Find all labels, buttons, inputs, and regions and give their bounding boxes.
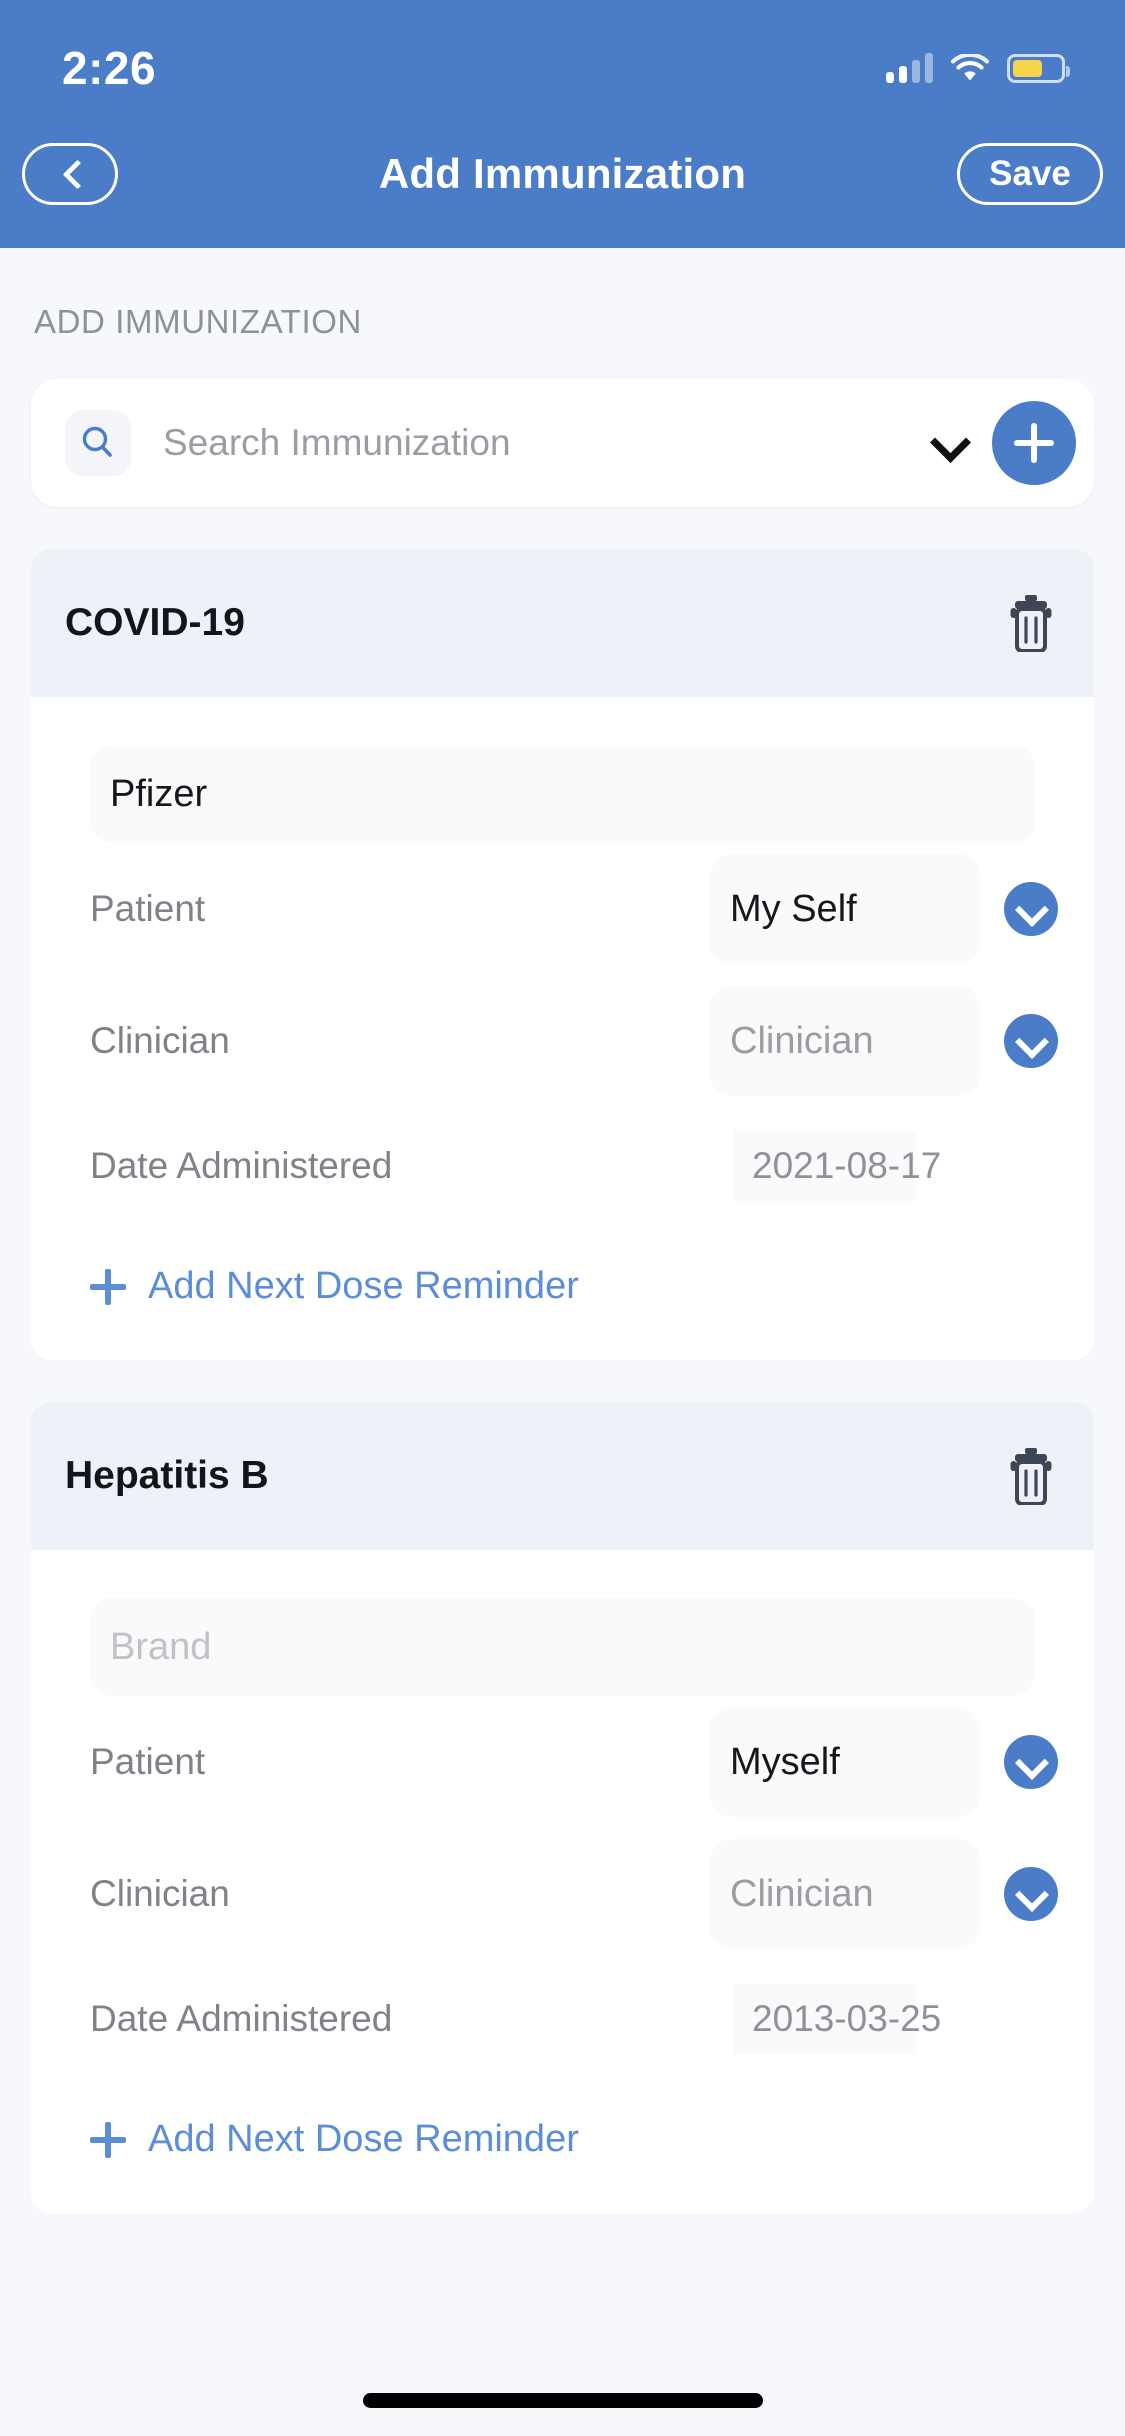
phone-screen: 2:26 Add Immunization Save ADD IMMUNIZAT…	[0, 0, 1125, 2436]
home-indicator-bar[interactable]	[362, 2393, 763, 2408]
date-administered-row: Date Administered 2021-08-17	[31, 1107, 1094, 1225]
form-row: Clinician Clinician	[31, 975, 1094, 1107]
card-header: COVID-19	[31, 549, 1094, 697]
field-label: Clinician	[90, 1020, 230, 1061]
date-administered-row: Date Administered 2013-03-25	[31, 1960, 1094, 2078]
date-input[interactable]: 2013-03-25	[734, 1984, 941, 2054]
wifi-icon	[950, 52, 990, 82]
brand-input[interactable]: Pfizer	[90, 745, 1035, 843]
status-time: 2:26	[62, 42, 157, 94]
card-body: Pfizer Patient My Self Clinician Clinician Da…	[31, 697, 1094, 1360]
card-header: Hepatitis B	[31, 1402, 1094, 1550]
save-button[interactable]: Save	[957, 143, 1103, 205]
chevron-down-icon[interactable]	[1004, 1735, 1058, 1789]
app-header: 2:26 Add Immunization Save	[0, 0, 1125, 248]
add-next-dose-reminder-link[interactable]: Add Next Dose Reminder	[31, 2078, 1094, 2213]
form-row: Patient Myself	[31, 1696, 1094, 1828]
add-immunization-button[interactable]	[992, 401, 1076, 485]
select-field-clinician[interactable]: Clinician	[710, 1839, 980, 1949]
brand-input[interactable]: Brand	[90, 1598, 1035, 1696]
plus-icon	[90, 1268, 126, 1305]
cellular-signal-icon	[886, 53, 933, 83]
select-field-text: Clinician	[730, 1019, 874, 1062]
back-button[interactable]	[22, 143, 118, 205]
nav-bar: Add Immunization Save	[0, 100, 1125, 248]
date-label: Date Administered	[90, 1998, 393, 2039]
chevron-down-icon[interactable]	[1004, 1014, 1058, 1068]
trash-icon[interactable]	[1008, 594, 1054, 653]
field-label: Patient	[90, 888, 206, 929]
card-title: COVID-19	[65, 601, 245, 644]
select-field-patient[interactable]: My Self	[710, 854, 980, 964]
search-input[interactable]: Search Immunization	[131, 422, 932, 464]
date-value: 2013-03-25	[752, 1998, 942, 2039]
chevron-left-icon	[60, 164, 80, 184]
card-title: Hepatitis B	[65, 1454, 269, 1497]
bottom-safe-area	[0, 2318, 1125, 2436]
form-row: Patient My Self	[31, 843, 1094, 975]
status-icons	[886, 52, 1070, 83]
immunization-cards: COVID-19 Pfizer Patient My Self Clinician Cli…	[0, 549, 1125, 2213]
add-next-dose-reminder-label: Add Next Dose Reminder	[148, 2118, 579, 2160]
page-body: ADD IMMUNIZATION Search Immunization COV…	[0, 248, 1125, 2436]
field-label: Patient	[90, 1741, 206, 1782]
date-value: 2021-08-17	[752, 1145, 942, 1186]
chevron-down-icon[interactable]	[1004, 1867, 1058, 1921]
brand-input-text: Brand	[110, 1625, 212, 1668]
immunization-card: COVID-19 Pfizer Patient My Self Clinician Cli…	[31, 549, 1094, 1360]
add-next-dose-reminder-label: Add Next Dose Reminder	[148, 1265, 579, 1307]
status-bar: 2:26	[0, 0, 1125, 100]
select-field-text: Myself	[730, 1740, 840, 1783]
form-row: Clinician Clinician	[31, 1828, 1094, 1960]
add-next-dose-reminder-link[interactable]: Add Next Dose Reminder	[31, 1225, 1094, 1360]
card-body: Brand Patient Myself Clinician Clinician Date…	[31, 1550, 1094, 2213]
immunization-card: Hepatitis B Brand Patient Myself Clinician Cl…	[31, 1402, 1094, 2213]
battery-icon	[1007, 53, 1070, 83]
select-field-text: Clinician	[730, 1872, 874, 1915]
trash-icon[interactable]	[1008, 1447, 1054, 1506]
select-field-text: My Self	[730, 887, 857, 930]
chevron-down-icon[interactable]	[1004, 882, 1058, 936]
search-icon	[65, 410, 131, 476]
select-field-clinician[interactable]: Clinician	[710, 986, 980, 1096]
field-label: Clinician	[90, 1873, 230, 1914]
brand-input-text: Pfizer	[110, 772, 208, 815]
date-input[interactable]: 2021-08-17	[734, 1131, 941, 1201]
plus-icon	[90, 2121, 126, 2158]
select-field-patient[interactable]: Myself	[710, 1707, 980, 1817]
date-label: Date Administered	[90, 1145, 393, 1186]
search-immunization-bar[interactable]: Search Immunization	[31, 379, 1094, 507]
chevron-down-icon[interactable]	[932, 426, 966, 460]
section-label: ADD IMMUNIZATION	[34, 303, 362, 340]
